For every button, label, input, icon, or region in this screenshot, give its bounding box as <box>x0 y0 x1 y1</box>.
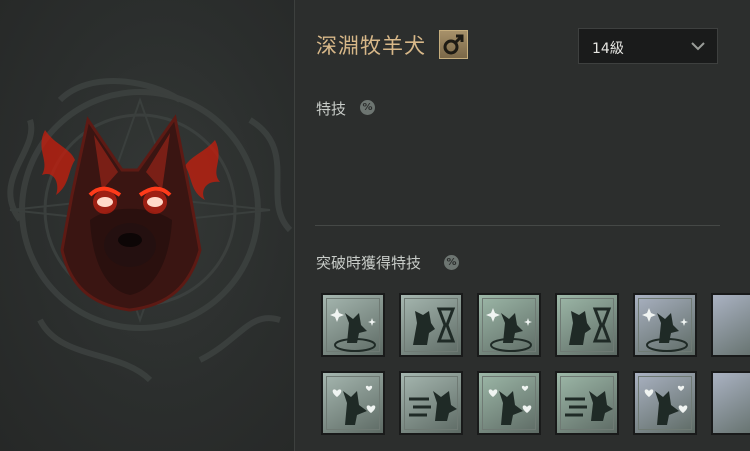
breakthrough-perks-label: 突破時獲得特技 <box>316 254 422 272</box>
dog-sparkle-icon <box>486 308 532 352</box>
row2-perk-3[interactable] <box>477 371 541 435</box>
row2-perk-1[interactable] <box>321 371 385 435</box>
dog-sparkle-icon <box>642 308 688 352</box>
dog-hourglass-icon <box>413 307 456 345</box>
skills-label: 特技 <box>316 100 347 118</box>
row1-perk-5[interactable] <box>633 293 697 357</box>
perk-row-1 <box>321 293 750 359</box>
row1-perk-partial[interactable] <box>711 293 750 357</box>
dog-hearts-icon <box>644 385 688 425</box>
pet-name: 深淵牧羊犬 <box>316 34 426 58</box>
skills-info-icon[interactable]: % <box>360 100 375 115</box>
row2-perk-5[interactable] <box>633 371 697 435</box>
dog-dash-icon <box>565 391 613 421</box>
section-divider <box>315 225 720 226</box>
chevron-down-icon <box>691 42 705 51</box>
dog-hourglass-icon <box>569 307 612 345</box>
dog-sparkle-icon <box>330 308 376 352</box>
male-symbol-icon <box>439 30 468 59</box>
row2-perk-2[interactable] <box>399 371 463 435</box>
level-dropdown-value: 14級 <box>592 41 624 57</box>
row1-perk-1[interactable] <box>321 293 385 357</box>
level-dropdown[interactable]: 14級 <box>578 28 718 64</box>
dog-hearts-icon <box>332 385 376 425</box>
row1-perk-4[interactable] <box>555 293 619 357</box>
breakthrough-info-icon[interactable]: % <box>444 255 459 270</box>
row2-perk-partial[interactable] <box>711 371 750 435</box>
abyss-shepherd-dog-portrait <box>41 114 220 312</box>
panel-divider <box>294 0 295 451</box>
dog-hearts-icon <box>488 385 532 425</box>
row1-perk-3[interactable] <box>477 293 541 357</box>
row1-perk-2[interactable] <box>399 293 463 357</box>
dog-dash-icon <box>409 391 457 421</box>
perk-row-2 <box>321 371 750 437</box>
row2-perk-4[interactable] <box>555 371 619 435</box>
pet-portrait-panel <box>0 0 294 451</box>
